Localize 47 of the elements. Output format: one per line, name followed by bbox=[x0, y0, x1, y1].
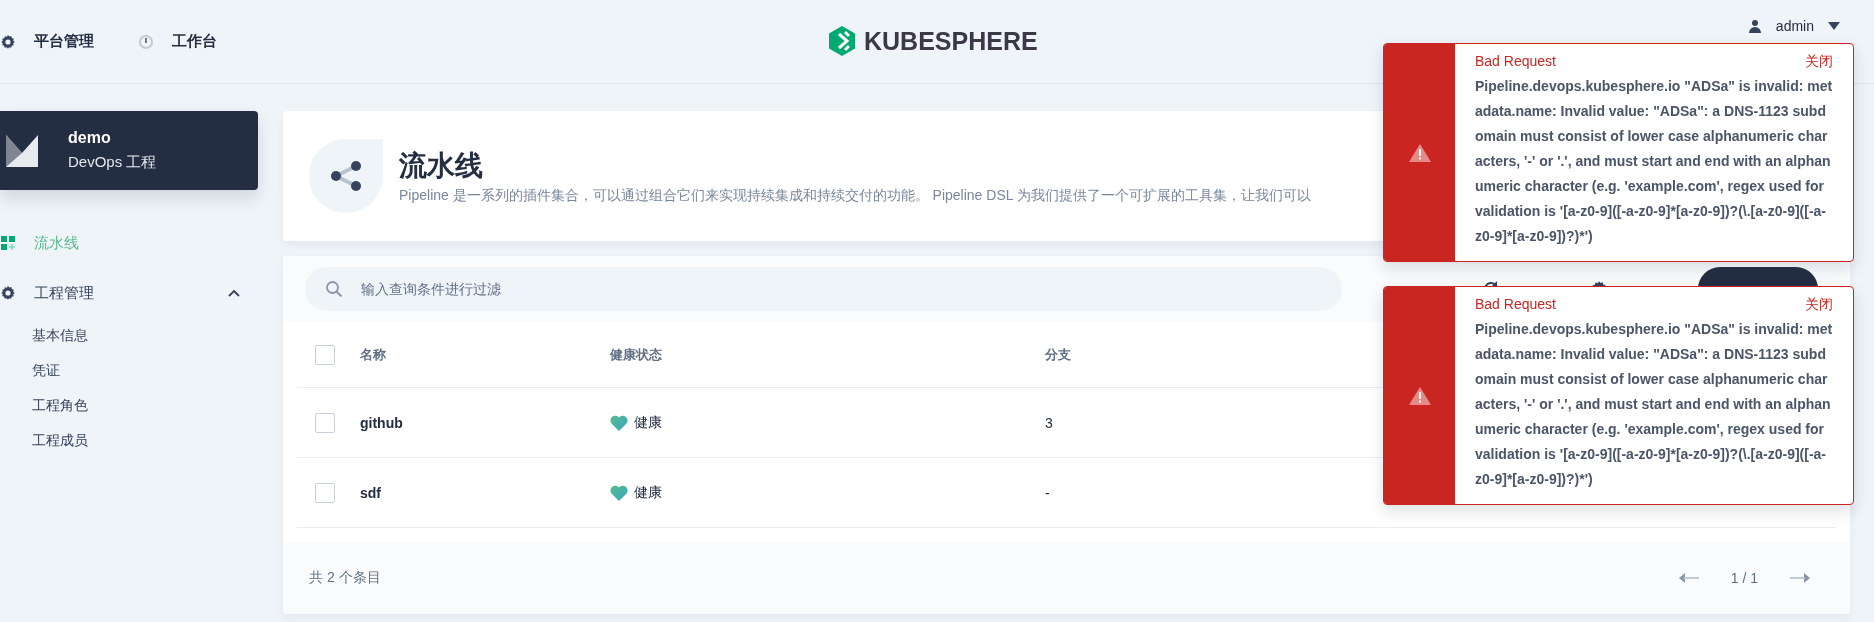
close-link[interactable]: 关闭 bbox=[1805, 53, 1833, 71]
heart-icon bbox=[610, 484, 628, 501]
user-icon bbox=[1747, 19, 1762, 33]
warning-icon bbox=[1408, 386, 1431, 405]
pipeline-name[interactable]: sdf bbox=[360, 484, 610, 501]
nav-link[interactable]: 工作台 bbox=[172, 32, 217, 51]
heart-icon bbox=[610, 414, 628, 431]
table-cell-text: 3 bbox=[1045, 414, 1054, 431]
checkbox[interactable] bbox=[315, 344, 335, 365]
user-name[interactable]: admin bbox=[1775, 18, 1814, 34]
nav-link[interactable]: 平台管理 bbox=[34, 32, 94, 51]
health-status: 健康 bbox=[634, 483, 662, 502]
prev-page-icon[interactable] bbox=[1678, 573, 1699, 583]
notification-title: Bad Request bbox=[1475, 296, 1556, 314]
caret-icon[interactable] bbox=[1828, 22, 1840, 30]
column-header: 名称 bbox=[360, 345, 387, 364]
health-status: 健康 bbox=[634, 413, 662, 432]
submenu-item[interactable]: 工程角色 bbox=[0, 388, 283, 423]
page-title: 流水线 bbox=[399, 149, 484, 183]
notification-message: Pipeline.devops.kubesphere.io "ADSa" is invalid: metadata.name: Invalid value: "ADSa": a DNS-1123 subdomain must consist of lower case alphanumeric characters, '-' or '.', and must start and end with an alphanumeric character (e.g. 'example.com', regex used for validation is '[a-z0-9]([-a-z0-9]*[a-z0-9])?(\.[a-z0-9]([-a-z0-9]*[a-z0-9])?)*') bbox=[1475, 320, 1833, 489]
logo-icon bbox=[828, 26, 856, 56]
submenu-item[interactable]: 工程成员 bbox=[0, 423, 283, 458]
notification-title: Bad Request bbox=[1475, 53, 1556, 71]
dashboard-icon bbox=[138, 33, 154, 50]
pipeline-name[interactable]: github bbox=[360, 414, 610, 431]
notification-message: Pipeline.devops.kubesphere.io "ADSa" is invalid: metadata.name: Invalid value: "ADSa": a DNS-1123 subdomain must consist of lower case alphanumeric characters, '-' or '.', and must start and end with an alphanumeric character (e.g. 'example.com', regex used for validation is '[a-z0-9]([-a-z0-9]*[a-z0-9])?(\.[a-z0-9]([-a-z0-9]*[a-z0-9])?)*') bbox=[1475, 77, 1833, 246]
search-icon bbox=[325, 280, 343, 298]
page-indicator: 1 / 1 bbox=[1730, 570, 1758, 586]
total-count: 共 2 个条目 bbox=[309, 569, 381, 587]
submenu-item[interactable]: 凭证 bbox=[0, 353, 283, 388]
table-cell-text: - bbox=[1045, 484, 1051, 501]
column-header: 分支 bbox=[1045, 345, 1072, 364]
checkbox[interactable] bbox=[315, 482, 335, 503]
next-page-icon[interactable] bbox=[1790, 573, 1810, 583]
close-link[interactable]: 关闭 bbox=[1805, 296, 1833, 314]
page-description: Pipeline 是一系列的插件集合，可以通过组合它们来实现持续集成和持续交付的功能。 Pipeline DSL 为我们提供了一个可扩展的工具集，让我们可以 bbox=[399, 187, 1311, 205]
column-header: 健康状态 bbox=[610, 345, 663, 364]
project-card[interactable]: demo DevOps 工程 bbox=[0, 111, 258, 190]
submenu-item[interactable]: 基本信息 bbox=[0, 318, 283, 353]
logo-text: KUBESPHERE bbox=[864, 26, 1038, 56]
checkbox[interactable] bbox=[315, 412, 335, 433]
chevron-icon[interactable] bbox=[228, 289, 240, 297]
project-name: demo bbox=[68, 129, 112, 147]
menu-item[interactable]: 工程管理 bbox=[0, 268, 240, 318]
warning-icon bbox=[1408, 143, 1431, 162]
grid-icon bbox=[0, 235, 16, 251]
project-type: DevOps 工程 bbox=[68, 153, 157, 172]
